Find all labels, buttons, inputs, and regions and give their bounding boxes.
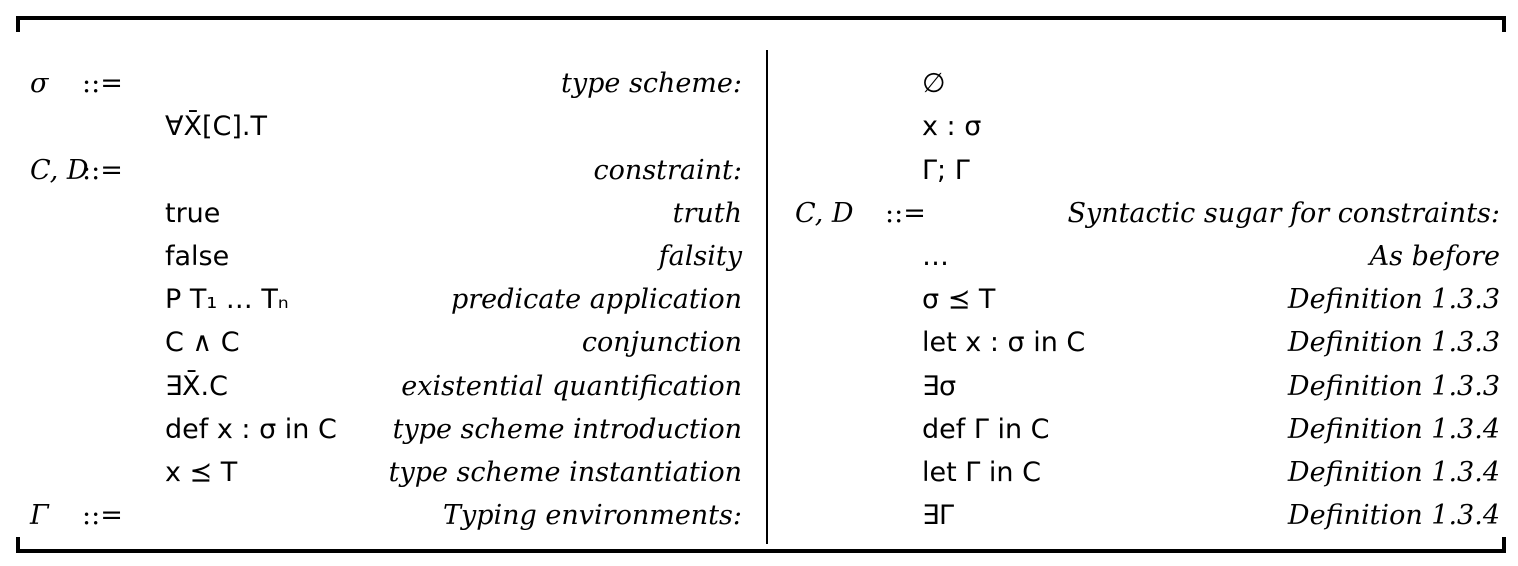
rule-description: Definition 1.3.4 (1287, 457, 1500, 488)
production-rule: let x : σ in C (922, 327, 1086, 358)
production-rule: def Γ in C (922, 414, 1050, 445)
production-rule: let Γ in C (922, 457, 1041, 488)
rule-description: Definition 1.3.3 (1287, 327, 1500, 358)
top-right-tick (1502, 16, 1506, 32)
bottom-right-tick (1502, 537, 1506, 553)
rule-description: Definition 1.3.4 (1287, 500, 1500, 531)
production-rule: σ ⪯ T (922, 284, 996, 315)
right-grammar-column: ∅x : σΓ; ΓC, D::= Syntactic sugar for con… (0, 0, 1500, 566)
rule-description: Definition 1.3.4 (1287, 414, 1500, 445)
grammar-symbol: C, D (795, 198, 854, 229)
production-rule: ∃σ (922, 371, 957, 402)
right-grammar-row: Γ; Γ (0, 152, 1500, 190)
rule-description: As before (1369, 241, 1500, 272)
right-grammar-row: σ ⪯ T Definition 1.3.3 (0, 281, 1500, 319)
right-grammar-row: let x : σ in C Definition 1.3.3 (0, 324, 1500, 362)
right-grammar-row: C, D::= Syntactic sugar for constraints: (0, 195, 1500, 233)
rule-description: Definition 1.3.3 (1287, 284, 1500, 315)
production-rule: Γ; Γ (922, 155, 970, 186)
production-rule: ∃Γ (922, 500, 955, 531)
right-grammar-row: ∅ (0, 65, 1500, 103)
right-grammar-row: … As before (0, 238, 1500, 276)
rule-description: Syntactic sugar for constraints: (1067, 198, 1500, 229)
rule-description: Definition 1.3.3 (1287, 371, 1500, 402)
right-grammar-row: def Γ in C Definition 1.3.4 (0, 411, 1500, 449)
right-grammar-row: let Γ in C Definition 1.3.4 (0, 454, 1500, 492)
right-grammar-row: x : σ (0, 108, 1500, 146)
right-grammar-row: ∃σ Definition 1.3.3 (0, 368, 1500, 406)
right-grammar-row: ∃Γ Definition 1.3.4 (0, 497, 1500, 535)
production-operator: ::= (885, 198, 926, 229)
production-rule: ∅ (922, 68, 946, 99)
production-rule: … (922, 241, 949, 272)
production-rule: x : σ (922, 111, 982, 142)
